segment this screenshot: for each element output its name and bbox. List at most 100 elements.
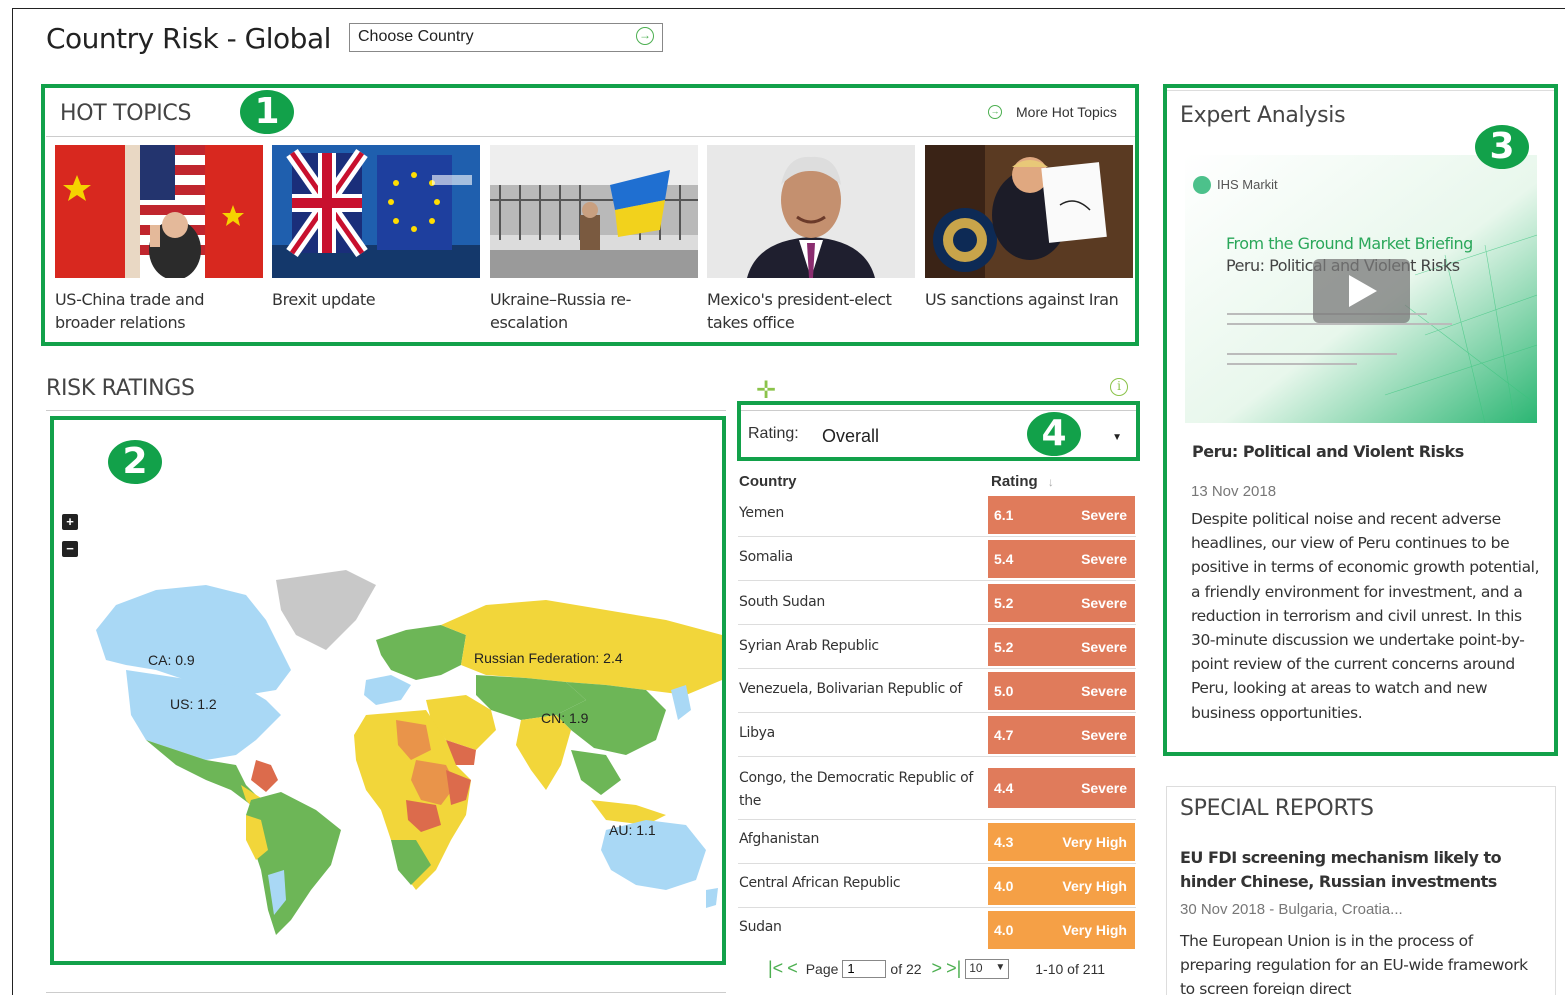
arrow-right-circle-icon: → [988,105,1002,119]
video-text-line [1227,353,1397,355]
page-range: 1-10 of 211 [1035,960,1106,977]
rating-level: Severe [1081,639,1127,655]
country-name: Somalia [739,549,793,565]
rating-pill: 5.2 Severe [988,628,1135,666]
column-header-rating[interactable]: Rating ↓ [991,473,1054,490]
info-icon[interactable]: i [1110,378,1128,396]
rating-score: 5.2 [994,595,1014,611]
topic-card-iran[interactable]: US sanctions against Iran [925,145,1133,311]
play-icon [1349,275,1377,307]
table-row[interactable]: Afghanistan 4.3 Very High [738,820,1136,864]
table-row[interactable]: Venezuela, Bolivarian Republic of 5.0 Sev… [738,669,1136,713]
map-label-us: US: 1.2 [170,696,217,712]
page-label: Page [805,960,839,977]
rating-pill: 4.4 Severe [988,768,1135,808]
topic-caption: Ukraine–Russia re-escalation [490,290,631,332]
topic-caption: US sanctions against Iran [925,290,1119,309]
choose-country-select[interactable]: Choose Country → [349,23,663,52]
topic-card-brexit[interactable]: Brexit update [272,145,480,311]
rating-pill: 4.0 Very High [988,911,1135,949]
rating-score: 4.0 [994,922,1014,938]
sort-down-icon: ↓ [1047,475,1054,489]
divider [46,992,726,993]
video-player[interactable]: IHS Markit From the Ground Market Briefi… [1185,155,1537,423]
zoom-out-button[interactable]: − [62,541,78,557]
annotation-badge-2: 2 [108,440,162,484]
table-row[interactable]: Central African Republic 4.0 Very High [738,864,1136,908]
topic-card-mexico[interactable]: Mexico's president-elect takes office [707,145,915,334]
page-total: of 22 [890,960,922,977]
table-row[interactable]: Syrian Arab Republic 5.2 Severe [738,625,1136,669]
table-row[interactable]: Congo, the Democratic Republic of the 4.… [738,757,1136,820]
country-name: Venezuela, Bolivarian Republic of [739,681,963,697]
last-page-icon[interactable]: >| [946,958,961,979]
page-number-input[interactable] [842,959,887,978]
rating-level: Very High [1062,922,1127,938]
arrow-right-circle-icon[interactable]: → [636,27,654,45]
risk-ratings-title: RISK RATINGS [46,376,195,401]
annotation-badge-3: 3 [1475,125,1529,169]
rating-label: Rating: [748,425,799,442]
rating-level: Very High [1062,834,1127,850]
column-header-rating-label: Rating [991,473,1038,490]
play-button[interactable] [1313,259,1410,323]
special-report-tags[interactable]: Bulgaria, Croatia... [1278,901,1402,918]
expert-analysis-title: Expert Analysis [1180,103,1346,128]
video-title-line1: From the Ground Market Briefing [1226,234,1473,253]
rating-level: Very High [1062,878,1127,894]
rating-pill: 5.0 Severe [988,672,1135,710]
column-header-country[interactable]: Country [739,473,797,490]
table-row[interactable]: South Sudan 5.2 Severe [738,581,1136,625]
caret-down-icon: ▼ [1112,432,1122,443]
next-page-icon[interactable]: > [932,958,943,979]
divider [46,410,726,411]
special-report-body: The European Union is in the process of … [1180,932,1528,995]
rating-level: Severe [1081,683,1127,699]
rating-score: 5.2 [994,639,1014,655]
world-risk-map[interactable]: + − CA: 0.9 US: 1.2 Russian Federation: … [46,420,722,960]
first-page-icon[interactable]: |< [768,958,783,979]
table-row[interactable]: Sudan 4.0 Very High [738,908,1136,952]
table-row[interactable]: Somalia 5.4 Severe [738,537,1136,581]
hot-topics-title: HOT TOPICS [60,101,192,126]
map-label-ru: Russian Federation: 2.4 [474,650,623,666]
video-text-line [1227,323,1452,325]
rating-level: Severe [1081,727,1127,743]
country-name: Afghanistan [739,831,820,847]
topic-card-ukraine[interactable]: Ukraine–Russia re-escalation [490,145,698,334]
special-report-meta: 30 Nov 2018 - Bulgaria, Croatia... [1180,901,1403,918]
divider [46,136,1138,137]
country-name: Yemen [739,505,784,521]
topic-card-us-china[interactable]: US-China trade and broader relations [55,145,263,334]
page-size-select[interactable]: 10 ▼ [965,958,1010,979]
ihs-markit-logo: IHS Markit [1217,177,1278,192]
more-hot-topics-link[interactable]: → More Hot Topics [988,104,1117,120]
rating-level: Severe [1081,595,1127,611]
topic-image-iran [925,145,1133,278]
rating-dropdown-value: Overall [822,426,880,446]
add-icon[interactable]: ✛ [756,379,776,403]
choose-country-label: Choose Country [358,28,474,45]
country-name: South Sudan [739,594,825,610]
country-name: Libya [739,725,775,741]
annotation-badge-1: 1 [240,90,294,134]
topic-caption: Mexico's president-elect takes office [707,290,892,332]
article-body: Despite political noise and recent adver… [1191,510,1540,722]
rating-level: Severe [1081,507,1127,523]
zoom-in-button[interactable]: + [62,514,78,530]
rating-dropdown[interactable]: Overall ▼ [816,424,1128,452]
rating-pill: 6.1 Severe [988,496,1135,534]
table-row[interactable]: Libya 4.7 Severe [738,713,1136,757]
country-name: Congo, the Democratic Republic of the [739,770,974,809]
special-report-headline[interactable]: EU FDI screening mechanism likely to hin… [1180,846,1550,894]
prev-page-icon[interactable]: < [787,958,798,979]
country-name: Syrian Arab Republic [739,638,879,654]
map-label-au: AU: 1.1 [609,822,656,838]
table-row[interactable]: Yemen 6.1 Severe [738,493,1136,537]
topic-caption: Brexit update [272,290,376,309]
article-date: 13 Nov 2018 [1191,483,1277,500]
rating-pill: 4.7 Severe [988,716,1135,754]
rating-pill: 4.0 Very High [988,867,1135,905]
topic-caption: US-China trade and broader relations [55,290,205,332]
article-title[interactable]: Peru: Political and Violent Risks [1192,442,1464,461]
